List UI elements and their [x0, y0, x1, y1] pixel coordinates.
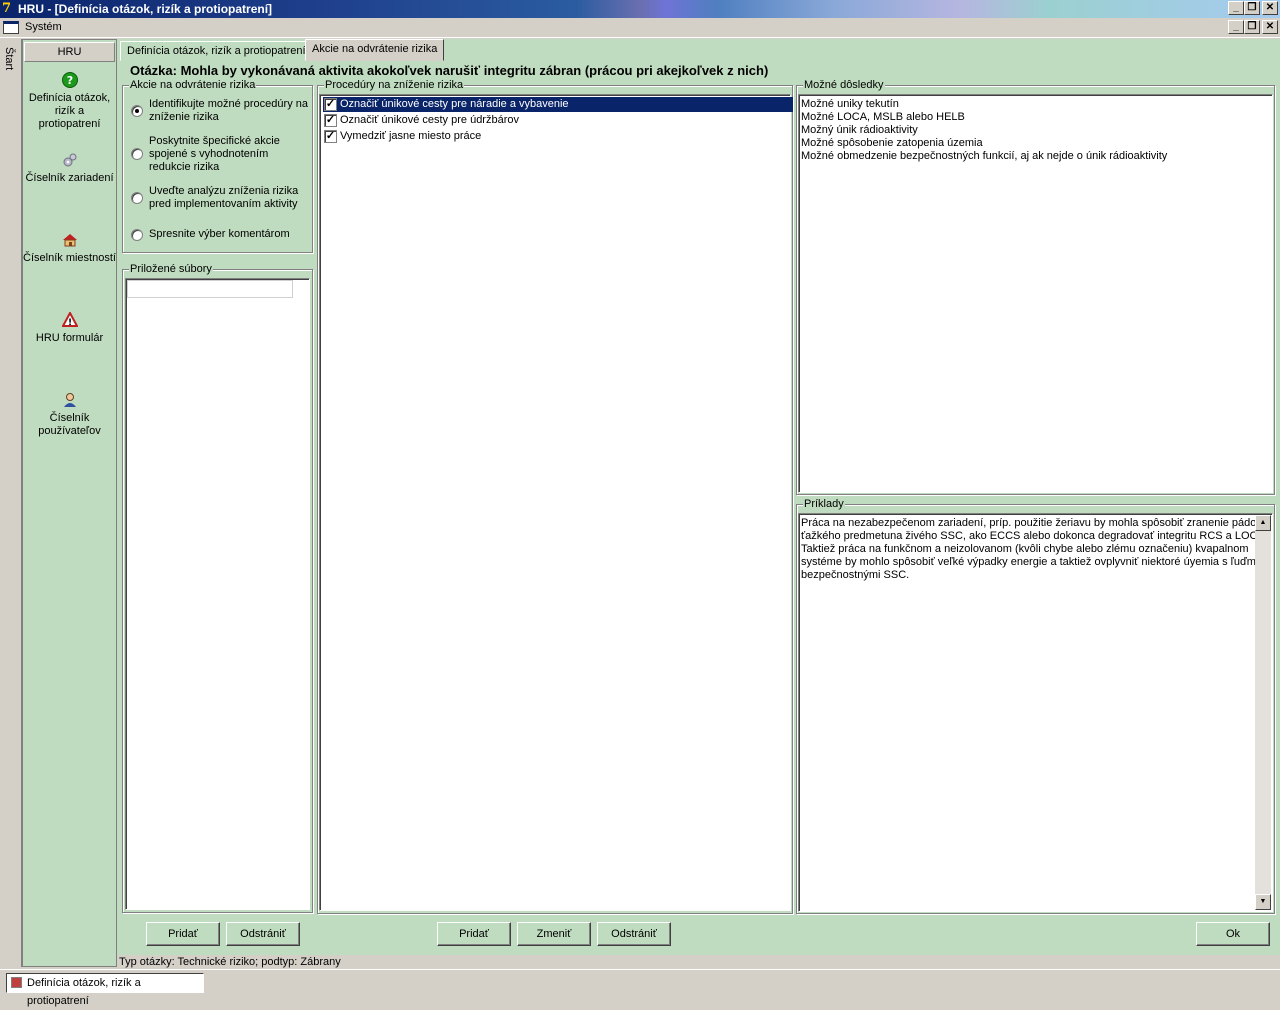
- main-panel: Definícia otázok, rizík a protiopatrení …: [117, 39, 1280, 955]
- child-restore-button[interactable]: ❐: [1244, 20, 1260, 34]
- scroll-up-arrow-icon[interactable]: ▲: [1255, 515, 1271, 531]
- nav-item-label: Číselník používateľov: [38, 412, 101, 437]
- example-line: ťažkého predmetuna živého SSC, ako ECCS …: [801, 530, 1268, 542]
- example-line: Práca na nezabezpečenom zariadení, príp.…: [801, 517, 1266, 529]
- question-icon: ?: [61, 72, 78, 88]
- action-option-specific[interactable]: Poskytnite špecifické akcie spojené s vy…: [131, 135, 311, 175]
- attachments-group: Priložené súbory: [122, 263, 313, 913]
- child-minimize-button[interactable]: _: [1228, 20, 1244, 34]
- procedure-item[interactable]: ✓ Označiť únikové cesty pre náradie a vy…: [323, 97, 793, 112]
- radio-button[interactable]: [131, 192, 143, 204]
- procedures-group-title: Procedúry na zníženie rizika: [324, 79, 465, 91]
- tab-definitions[interactable]: Definícia otázok, rizík a protiopatrení: [120, 41, 313, 61]
- ok-button[interactable]: Ok: [1196, 922, 1270, 946]
- nav-item-label: Číselník miestností: [23, 252, 116, 264]
- consequence-item: Možné obmedzenie bezpečnostných funkcií,…: [801, 150, 1168, 162]
- nav-item-rooms[interactable]: Číselník miestností: [23, 232, 116, 265]
- checkbox[interactable]: ✓: [324, 130, 337, 143]
- examples-textarea[interactable]: Práca na nezabezpečenom zariadení, príp.…: [798, 513, 1273, 912]
- nav-item-label: HRU formulár: [35, 332, 104, 344]
- question-title: Otázka: Mohla by vykonávaná aktivita ako…: [130, 63, 769, 78]
- tab-risk-actions[interactable]: Akcie na odvrátenie rizika: [305, 39, 445, 61]
- start-strip[interactable]: Štart: [0, 39, 22, 967]
- gears-icon: [63, 153, 76, 167]
- examples-group-title: Príklady: [803, 498, 845, 510]
- start-label: Štart: [3, 47, 15, 71]
- checkbox[interactable]: ✓: [324, 98, 337, 111]
- task-button-label: Definícia otázok, rizík a protiopatrení: [27, 977, 141, 1007]
- child-close-button[interactable]: ✕: [1262, 20, 1278, 34]
- action-option-comment[interactable]: Spresnite výber komentárom: [131, 228, 311, 244]
- minimize-button[interactable]: _: [1228, 1, 1244, 15]
- scroll-down-arrow-icon[interactable]: ▼: [1255, 894, 1271, 910]
- menu-system[interactable]: Systém: [25, 21, 62, 33]
- nav-item-users[interactable]: Číselník používateľov: [23, 392, 116, 438]
- consequence-item: Možné uniky tekutín: [801, 98, 899, 110]
- attachments-list[interactable]: [125, 278, 310, 910]
- procedure-add-button[interactable]: Pridať: [437, 922, 511, 946]
- warning-icon: !: [61, 312, 78, 328]
- attachments-group-title: Priložené súbory: [129, 263, 213, 275]
- nav-item-label: Číselník zariadení: [25, 172, 114, 184]
- example-line: systéme by mohlo spôsobiť veľké výpadky …: [801, 556, 1268, 568]
- actions-group: Akcie na odvrátenie rizika Identifikujte…: [122, 79, 313, 253]
- navigation-sidebar: HRU ? Definícia otázok, rizík a protiopa…: [22, 39, 117, 967]
- menu-bar: Systém _ ❐ ✕: [0, 18, 1280, 38]
- procedure-remove-button[interactable]: Odstrániť: [597, 922, 671, 946]
- app-icon: 7: [2, 1, 12, 16]
- procedure-change-button[interactable]: Zmeniť: [517, 922, 591, 946]
- window-close-icon[interactable]: [11, 977, 22, 988]
- procedures-list[interactable]: ✓ Označiť únikové cesty pre náradie a vy…: [319, 94, 793, 911]
- attachment-add-button[interactable]: Pridať: [146, 922, 220, 946]
- examples-scrollbar[interactable]: ▲ ▼: [1255, 515, 1271, 910]
- title-bar[interactable]: 7 HRU - [Definícia otázok, rizík a proti…: [0, 0, 1280, 18]
- consequence-item: Možný únik rádioaktivity: [801, 124, 918, 136]
- nav-item-definitions[interactable]: ? Definícia otázok, rizík a protiopatren…: [23, 72, 116, 131]
- example-line: bezpečnostnými SSC.: [801, 569, 910, 581]
- consequences-list[interactable]: Možné uniky tekutín Možné LOCA, MSLB ale…: [798, 94, 1273, 493]
- checkbox[interactable]: ✓: [324, 114, 337, 127]
- document-window-icon[interactable]: [3, 21, 19, 34]
- action-option-identify[interactable]: Identifikujte možné procedúry na zníženi…: [131, 98, 311, 126]
- procedure-item[interactable]: ✓ Označiť únikové cesty pre údržbárov: [323, 113, 623, 128]
- user-icon: [63, 393, 76, 407]
- task-button-definitions[interactable]: Definícia otázok, rizík a protiopatrení: [6, 973, 204, 1007]
- svg-text:?: ?: [66, 74, 72, 87]
- restore-button[interactable]: ❐: [1244, 1, 1260, 15]
- example-line: Taktiež práca na funkčnom a neizolovanom…: [801, 543, 1249, 555]
- radio-button[interactable]: [131, 105, 143, 117]
- nav-item-equipment[interactable]: Číselník zariadení: [23, 152, 116, 185]
- consequences-group: Možné dôsledky Možné uniky tekutín Možné…: [796, 79, 1275, 495]
- consequence-item: Možné spôsobenie zatopenia územia: [801, 137, 983, 149]
- house-icon: [62, 234, 77, 247]
- radio-button[interactable]: [131, 229, 143, 241]
- action-option-analysis[interactable]: Uveďte analýzu zníženia rizika pred impl…: [131, 185, 311, 213]
- consequences-group-title: Možné dôsledky: [803, 79, 885, 91]
- procedure-item[interactable]: ✓ Vymedziť jasne miesto práce: [323, 129, 623, 144]
- consequence-item: Možné LOCA, MSLB alebo HELB: [801, 111, 965, 123]
- svg-text:!: !: [67, 318, 71, 328]
- nav-item-hru-form[interactable]: ! HRU formulár: [23, 312, 116, 345]
- examples-group: Príklady Práca na nezabezpečenom zariade…: [796, 498, 1275, 914]
- mdi-taskbar: Definícia otázok, rizík a protiopatrení: [0, 969, 1280, 1007]
- status-bar: Typ otázky: Technické riziko; podtyp: Zá…: [117, 955, 1280, 969]
- attachment-input[interactable]: [127, 280, 293, 298]
- radio-button[interactable]: [131, 148, 143, 160]
- nav-header[interactable]: HRU: [24, 42, 115, 62]
- actions-group-title: Akcie na odvrátenie rizika: [129, 79, 257, 91]
- window-title: HRU - [Definícia otázok, rizík a protiop…: [18, 2, 273, 16]
- close-button[interactable]: ✕: [1262, 1, 1278, 15]
- procedures-group: Procedúry na zníženie rizika ✓ Označiť ú…: [317, 79, 793, 914]
- attachment-remove-button[interactable]: Odstrániť: [226, 922, 300, 946]
- nav-item-label: Definícia otázok, rizík a protiopatrení: [28, 92, 111, 130]
